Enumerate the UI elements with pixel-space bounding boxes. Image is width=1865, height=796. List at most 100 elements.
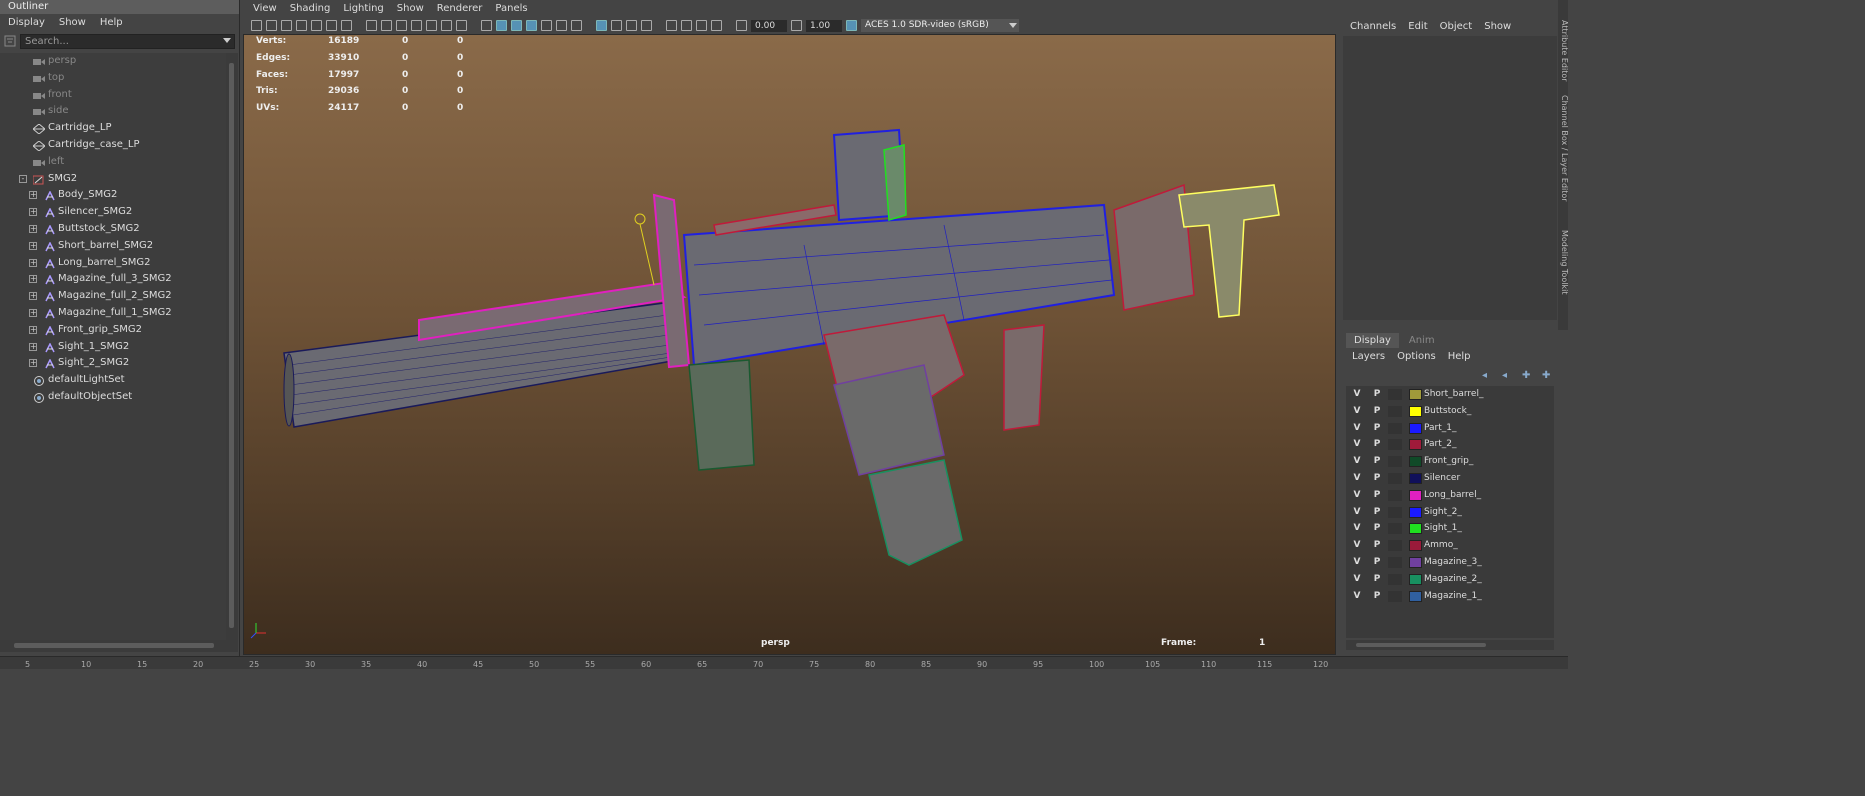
- layer-menu-help[interactable]: Help: [1448, 351, 1471, 362]
- expand-icon[interactable]: +: [29, 208, 37, 217]
- layer-playback-toggle[interactable]: P: [1370, 554, 1384, 571]
- collapse-icon[interactable]: -: [19, 174, 27, 183]
- layer-visibility-toggle[interactable]: V: [1350, 403, 1364, 420]
- layer-display-type-toggle[interactable]: [1388, 506, 1402, 518]
- layer-playback-toggle[interactable]: P: [1370, 588, 1384, 605]
- outliner-vertical-scrollbar[interactable]: [226, 53, 238, 643]
- smg-model-wireframe[interactable]: [244, 35, 1336, 655]
- safe-action-icon[interactable]: [441, 20, 452, 31]
- timeline[interactable]: 5 10 15 20 25 30 35 40 45 50 55 60 65 70 75 80 85 90 95 100…: [0, 656, 1568, 669]
- layer-color-swatch[interactable]: [1409, 389, 1422, 400]
- expand-icon[interactable]: +: [29, 275, 37, 284]
- layer-row[interactable]: V P Sight_2_: [1346, 504, 1554, 521]
- layer-visibility-toggle[interactable]: V: [1350, 520, 1364, 537]
- layer-color-swatch[interactable]: [1409, 422, 1422, 434]
- outliner-item[interactable]: + Sight_2_SMG2: [0, 355, 226, 372]
- gamma-field[interactable]: 1.00: [806, 19, 842, 32]
- outliner-item[interactable]: + Front_grip_SMG2: [0, 322, 226, 339]
- layer-menu-layers[interactable]: Layers: [1352, 351, 1385, 362]
- layer-color-swatch[interactable]: [1409, 489, 1422, 501]
- layer-display-type-toggle[interactable]: [1388, 556, 1402, 568]
- layer-color-swatch[interactable]: [1409, 556, 1422, 568]
- expand-icon[interactable]: +: [29, 342, 37, 351]
- layer-color-swatch[interactable]: [1409, 590, 1422, 602]
- viewport-menu-renderer[interactable]: Renderer: [437, 3, 483, 14]
- layer-playback-toggle[interactable]: P: [1370, 537, 1384, 554]
- layer-color-swatch[interactable]: [1409, 573, 1422, 585]
- new-empty-layer-icon[interactable]: ✚: [1522, 370, 1534, 380]
- chevron-down-icon[interactable]: [1009, 23, 1017, 28]
- layer-playback-toggle[interactable]: P: [1370, 420, 1384, 437]
- layer-display-type-toggle[interactable]: [1388, 489, 1402, 501]
- filter-icon[interactable]: [4, 35, 16, 47]
- color-management-icon[interactable]: [846, 20, 857, 31]
- expand-icon[interactable]: +: [29, 359, 37, 368]
- exposure-field[interactable]: 0.00: [751, 19, 787, 32]
- layer-row[interactable]: V P Long_barrel_: [1346, 487, 1554, 504]
- move-layer-down-icon[interactable]: ◂: [1502, 370, 1514, 380]
- xray-icon[interactable]: [681, 20, 692, 31]
- layer-color-swatch[interactable]: [1409, 456, 1422, 468]
- tab-channel-box[interactable]: Channel Box / Layer Editor: [1560, 95, 1569, 202]
- outliner-tree[interactable]: persp top front side Cartridge_LP Cartridge_c…: [0, 53, 226, 643]
- anti-aliasing-icon[interactable]: [626, 20, 637, 31]
- layer-playback-toggle[interactable]: P: [1370, 470, 1384, 487]
- outliner-item[interactable]: - SMG2: [0, 171, 226, 188]
- layer-visibility-toggle[interactable]: V: [1350, 453, 1364, 470]
- outliner-item[interactable]: front: [0, 87, 226, 104]
- viewport-menu-show[interactable]: Show: [397, 3, 424, 14]
- layer-display-type-toggle[interactable]: [1388, 523, 1402, 535]
- expand-icon[interactable]: +: [29, 308, 37, 317]
- channel-menu-edit[interactable]: Edit: [1408, 21, 1427, 32]
- isolate-select-icon[interactable]: [666, 20, 677, 31]
- layer-row[interactable]: V P Front_grip_: [1346, 453, 1554, 470]
- outliner-menu-help[interactable]: Help: [100, 17, 123, 28]
- layer-display-type-toggle[interactable]: [1388, 439, 1402, 451]
- layer-row[interactable]: V P Magazine_1_: [1346, 588, 1554, 605]
- layer-menu-options[interactable]: Options: [1397, 351, 1436, 362]
- channel-menu-channels[interactable]: Channels: [1350, 21, 1396, 32]
- layer-playback-toggle[interactable]: P: [1370, 571, 1384, 588]
- exposure-icon[interactable]: [736, 20, 747, 31]
- viewport-menu-shading[interactable]: Shading: [290, 3, 331, 14]
- layer-visibility-toggle[interactable]: V: [1350, 554, 1364, 571]
- default-material-icon[interactable]: [511, 20, 522, 31]
- outliner-menu-show[interactable]: Show: [59, 17, 86, 28]
- gamma-icon[interactable]: [791, 20, 802, 31]
- safe-title-icon[interactable]: [456, 20, 467, 31]
- layer-list[interactable]: V P Short_barrel_ V P Buttstock_ V P Part_1_ V P Pa…: [1346, 386, 1554, 638]
- expand-icon[interactable]: +: [29, 325, 37, 334]
- expand-icon[interactable]: +: [29, 224, 37, 233]
- outliner-item[interactable]: + Sight_1_SMG2: [0, 339, 226, 356]
- outliner-horizontal-scrollbar[interactable]: [0, 640, 238, 652]
- outliner-item[interactable]: Cartridge_case_LP: [0, 137, 226, 154]
- wireframe-icon[interactable]: [481, 20, 492, 31]
- layer-display-type-toggle[interactable]: [1388, 405, 1402, 417]
- layer-visibility-toggle[interactable]: V: [1350, 420, 1364, 437]
- outliner-menu-display[interactable]: Display: [8, 17, 45, 28]
- tab-attribute-editor[interactable]: Attribute Editor: [1560, 20, 1569, 82]
- bookmark-icon[interactable]: [296, 20, 307, 31]
- channel-box-body[interactable]: [1343, 36, 1557, 320]
- layer-color-swatch[interactable]: [1409, 506, 1422, 518]
- camera-attributes-icon[interactable]: [281, 20, 292, 31]
- xray-joints-icon[interactable]: [711, 20, 722, 31]
- layer-display-type-toggle[interactable]: [1388, 573, 1402, 585]
- tab-display[interactable]: Display: [1346, 333, 1399, 348]
- lock-camera-icon[interactable]: [266, 20, 277, 31]
- layer-display-type-toggle[interactable]: [1388, 590, 1402, 602]
- layer-color-swatch[interactable]: [1409, 439, 1422, 451]
- outliner-item[interactable]: top: [0, 70, 226, 87]
- layer-row[interactable]: V P Short_barrel_: [1346, 386, 1554, 403]
- wireframe-on-shaded-icon[interactable]: [526, 20, 537, 31]
- expand-icon[interactable]: +: [29, 191, 37, 200]
- layer-visibility-toggle[interactable]: V: [1350, 504, 1364, 521]
- outliner-item[interactable]: + Magazine_full_1_SMG2: [0, 305, 226, 322]
- layer-row[interactable]: V P Ammo_: [1346, 537, 1554, 554]
- outliner-item[interactable]: + Body_SMG2: [0, 187, 226, 204]
- layer-color-swatch[interactable]: [1409, 540, 1422, 552]
- layer-playback-toggle[interactable]: P: [1370, 403, 1384, 420]
- scrollbar-thumb[interactable]: [1356, 643, 1486, 647]
- image-plane-icon[interactable]: [311, 20, 322, 31]
- expand-icon[interactable]: +: [29, 241, 37, 250]
